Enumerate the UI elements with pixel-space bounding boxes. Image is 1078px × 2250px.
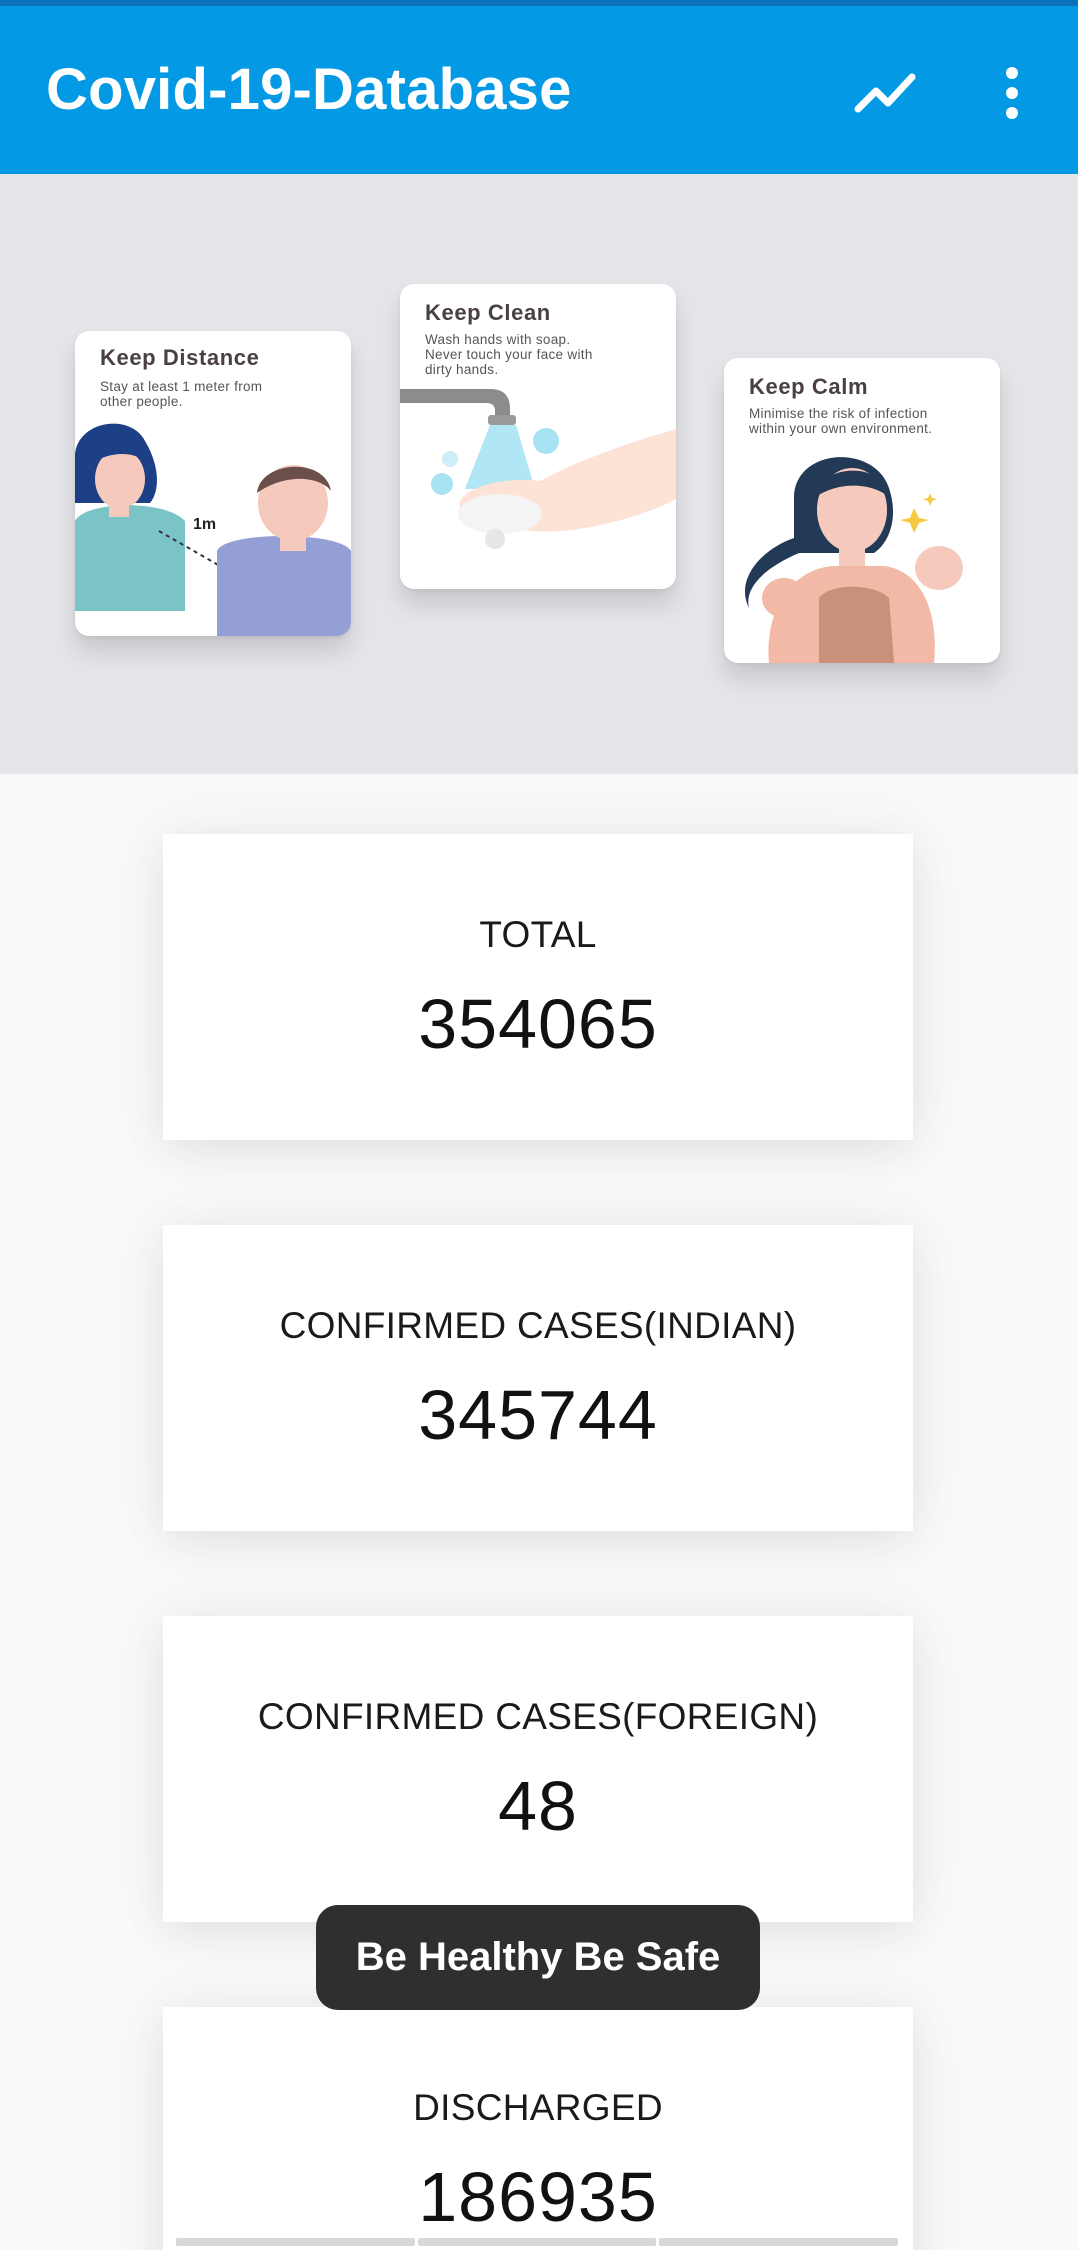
toast-message: Be Healthy Be Safe — [316, 1905, 760, 2010]
app-title: Covid-19-Database — [46, 57, 572, 122]
stat-value: 186935 — [418, 2158, 658, 2236]
distance-label: 1m — [193, 516, 216, 533]
tip-title: Keep Calm — [749, 374, 869, 399]
discharged-card: DISCHARGED 186935 — [163, 2007, 913, 2250]
tip-text: Wash hands with soap. Never touch your f… — [425, 332, 593, 377]
tip-text: Minimise the risk of infection within yo… — [749, 406, 933, 436]
tip-title: Keep Clean — [425, 300, 551, 325]
confirmed-foreign-card: CONFIRMED CASES(FOREIGN) 48 — [163, 1616, 913, 1922]
tip-card-keep-clean: Keep Clean Wash hands with soap. Never t… — [400, 284, 676, 589]
handwash-illustration — [400, 389, 676, 549]
distance-illustration: 1m — [75, 423, 351, 636]
trending-up-icon[interactable] — [850, 61, 920, 121]
bottom-scroll-indicator — [176, 2238, 899, 2246]
stat-label: CONFIRMED CASES(INDIAN) — [279, 1305, 797, 1346]
stat-label: DISCHARGED — [413, 2087, 663, 2128]
more-vert-icon[interactable] — [985, 61, 1039, 125]
tip-card-keep-calm: Keep Calm Minimise the risk of infection… — [724, 358, 1000, 663]
tip-card-keep-distance: Keep Distance Stay at least 1 meter from… — [75, 331, 351, 636]
total-card: TOTAL 354065 — [163, 834, 913, 1140]
confirmed-indian-card: CONFIRMED CASES(INDIAN) 345744 — [163, 1225, 913, 1531]
stat-value: 48 — [498, 1767, 578, 1845]
app-bar: Covid-19-Database — [0, 6, 1078, 174]
tip-title: Keep Distance — [100, 345, 260, 370]
stat-value: 345744 — [418, 1376, 658, 1454]
stat-label: CONFIRMED CASES(FOREIGN) — [257, 1696, 819, 1737]
tip-text: Stay at least 1 meter from other people. — [100, 379, 263, 409]
stat-label: TOTAL — [479, 914, 597, 955]
stat-value: 354065 — [418, 985, 658, 1063]
calm-woman-illustration — [745, 457, 963, 663]
safety-tips-banner: Keep Distance Stay at least 1 meter from… — [0, 174, 1078, 774]
